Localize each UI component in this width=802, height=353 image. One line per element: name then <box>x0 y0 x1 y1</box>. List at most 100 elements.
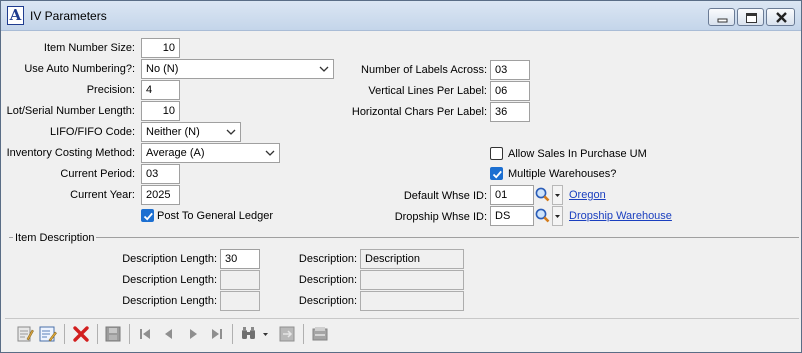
post-to-general-ledger-checkbox[interactable] <box>141 209 154 222</box>
use-auto-numbering-label: Use Auto Numbering?: <box>24 63 135 75</box>
delete-icon <box>73 326 89 342</box>
export-icon <box>279 326 295 342</box>
multiple-warehouses-checkbox[interactable] <box>490 167 503 180</box>
previous-record-button[interactable] <box>159 324 179 344</box>
item-number-size-field[interactable]: 10 <box>141 38 180 58</box>
inventory-costing-method-value: Average (A) <box>146 147 205 159</box>
checkmark-icon <box>143 212 153 221</box>
first-record-button[interactable] <box>135 324 155 344</box>
close-icon <box>776 12 787 23</box>
description-length-label: Description Length: <box>122 253 217 265</box>
minimize-icon <box>717 18 728 23</box>
maximize-icon <box>746 13 757 23</box>
post-to-general-ledger-label: Post To General Ledger <box>157 210 273 222</box>
description-label: Description: <box>298 274 357 286</box>
current-period-field[interactable]: 03 <box>141 164 180 184</box>
toolbar-divider <box>129 324 130 344</box>
number-of-labels-across-field[interactable]: 03 <box>490 60 530 80</box>
chevron-down-icon <box>265 150 275 156</box>
next-record-button[interactable] <box>183 324 203 344</box>
magnifier-icon <box>535 187 550 202</box>
previous-record-icon <box>165 329 172 339</box>
delete-button[interactable] <box>71 324 91 344</box>
toolbar-separator <box>5 318 799 319</box>
precision-field[interactable]: 4 <box>141 80 180 100</box>
notes-button[interactable] <box>15 324 35 344</box>
description-length-field[interactable]: 30 <box>220 249 260 269</box>
dropship-whse-link[interactable]: Dropship Warehouse <box>569 209 672 223</box>
allow-sales-in-purchase-um-checkbox[interactable] <box>490 147 503 160</box>
toolbar-divider <box>64 324 65 344</box>
find-dropdown-button[interactable] <box>261 324 271 344</box>
lifo-fifo-code-select[interactable]: Neither (N) <box>141 122 241 142</box>
save-icon <box>105 326 121 342</box>
horizontal-chars-per-label-field[interactable]: 36 <box>490 102 530 122</box>
find-button[interactable] <box>239 324 259 344</box>
description-length-label: Description Length: <box>122 274 217 286</box>
caret-down-icon <box>555 194 560 197</box>
find-dropdown-icon <box>263 333 268 336</box>
number-of-labels-across-label: Number of Labels Across: <box>361 64 487 76</box>
description-length-field[interactable] <box>220 270 260 290</box>
dropship-whse-dropdown-button[interactable] <box>552 206 563 226</box>
first-record-icon <box>140 329 150 339</box>
title-bar[interactable]: A IV Parameters <box>1 1 801 31</box>
toolbar-divider <box>303 324 304 344</box>
caret-down-icon <box>555 215 560 218</box>
lifo-fifo-code-label: LIFO/FIFO Code: <box>50 126 135 138</box>
window-title: IV Parameters <box>30 9 107 23</box>
minimize-button[interactable] <box>708 8 735 26</box>
item-description-divider <box>9 237 799 238</box>
description-label: Description: <box>298 295 357 307</box>
save-button[interactable] <box>103 324 123 344</box>
multiple-warehouses-label: Multiple Warehouses? <box>508 168 617 180</box>
lot-serial-number-length-field[interactable]: 10 <box>141 101 180 121</box>
magnifier-icon <box>535 208 550 223</box>
allow-sales-in-purchase-um-label: Allow Sales In Purchase UM <box>508 148 647 160</box>
close-button[interactable] <box>766 8 795 26</box>
iv-parameters-window: A IV Parameters Item Number Size: 10 Use… <box>0 0 802 353</box>
last-record-button[interactable] <box>207 324 227 344</box>
print-icon <box>312 327 328 341</box>
dropship-whse-lookup-button[interactable] <box>534 206 551 226</box>
checkmark-icon <box>492 170 502 179</box>
default-whse-id-field[interactable]: 01 <box>490 185 534 205</box>
find-icon <box>242 327 255 339</box>
item-number-size-label: Item Number Size: <box>43 42 135 54</box>
vertical-lines-per-label-label: Vertical Lines Per Label: <box>368 85 487 97</box>
last-record-icon <box>212 329 222 339</box>
chevron-down-icon <box>226 129 236 135</box>
default-whse-id-label: Default Whse ID: <box>403 190 487 202</box>
export-button[interactable] <box>277 324 297 344</box>
item-description-group-label: Item Description <box>13 232 97 244</box>
description-label: Description: <box>298 253 357 265</box>
vertical-lines-per-label-field[interactable]: 06 <box>490 81 530 101</box>
inventory-costing-method-label: Inventory Costing Method: <box>6 147 135 159</box>
use-auto-numbering-select[interactable]: No (N) <box>141 59 334 79</box>
chevron-down-icon <box>319 66 329 72</box>
next-record-icon <box>190 329 197 339</box>
precision-label: Precision: <box>86 84 135 96</box>
description-field[interactable] <box>360 291 464 311</box>
toolbar-divider <box>232 324 233 344</box>
current-period-label: Current Period: <box>60 168 135 180</box>
default-whse-dropdown-button[interactable] <box>552 185 563 205</box>
inventory-costing-method-select[interactable]: Average (A) <box>141 143 280 163</box>
dropship-whse-id-label: Dropship Whse ID: <box>394 211 487 223</box>
print-button[interactable] <box>310 324 330 344</box>
default-whse-link[interactable]: Oregon <box>569 188 606 202</box>
lifo-fifo-code-value: Neither (N) <box>146 126 200 138</box>
dropship-whse-id-field[interactable]: DS <box>490 206 534 226</box>
toolbar-divider <box>97 324 98 344</box>
description-field[interactable] <box>360 270 464 290</box>
edit-form-button[interactable] <box>38 324 58 344</box>
description-field[interactable]: Description <box>360 249 464 269</box>
maximize-button[interactable] <box>737 8 764 26</box>
current-year-field[interactable]: 2025 <box>141 185 180 205</box>
use-auto-numbering-value: No (N) <box>146 63 179 75</box>
description-length-field[interactable] <box>220 291 260 311</box>
edit-form-icon <box>39 326 57 342</box>
notes-icon <box>17 326 34 342</box>
lot-serial-number-length-label: Lot/Serial Number Length: <box>6 105 135 117</box>
default-whse-lookup-button[interactable] <box>534 185 551 205</box>
